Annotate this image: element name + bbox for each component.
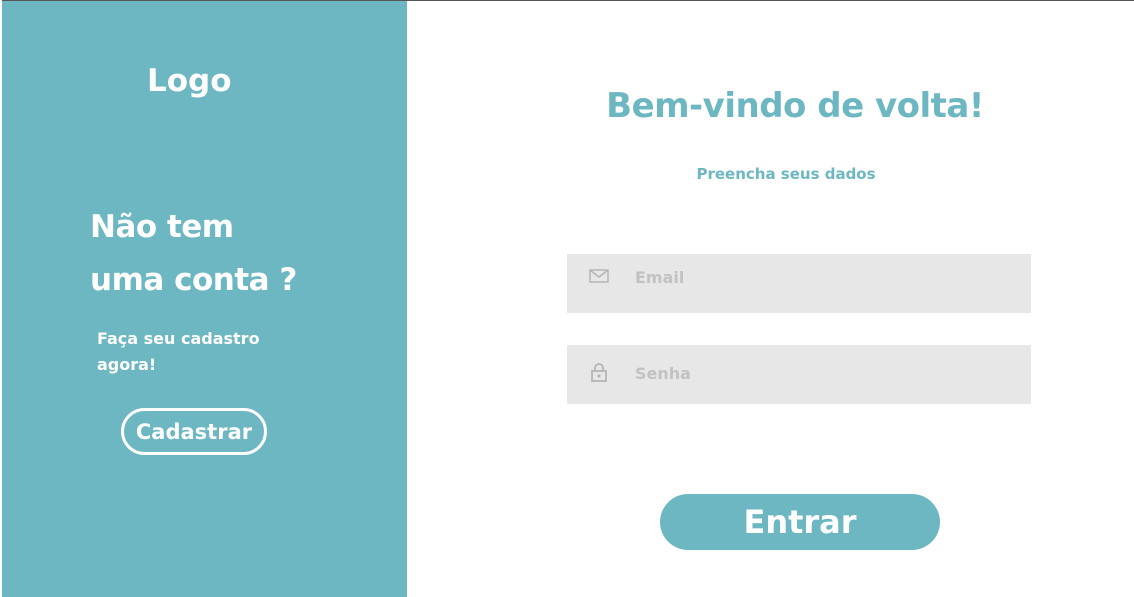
no-account-heading: Não tem uma conta ?	[90, 201, 350, 307]
no-account-heading-line1: Não tem	[90, 209, 234, 245]
signup-prompt: Faça seu cadastro agora!	[97, 326, 297, 378]
left-border	[0, 0, 2, 597]
signup-prompt-line2: agora!	[97, 355, 157, 374]
page-title: Bem-vindo de volta!	[606, 86, 984, 126]
password-input[interactable]	[635, 345, 1015, 401]
signup-prompt-line1: Faça seu cadastro	[97, 329, 260, 348]
lock-icon	[591, 363, 607, 382]
signup-panel: Logo Não tem uma conta ? Faça seu cadast…	[2, 1, 407, 597]
signup-button[interactable]: Cadastrar	[121, 408, 267, 455]
logo: Logo	[147, 63, 232, 99]
mail-icon	[589, 269, 609, 283]
no-account-heading-line2: uma conta ?	[90, 262, 297, 298]
email-input[interactable]	[635, 254, 1015, 300]
page-subtitle: Preencha seus dados	[696, 165, 876, 183]
login-button[interactable]: Entrar	[660, 494, 940, 550]
password-field[interactable]	[567, 345, 1031, 404]
email-field[interactable]	[567, 254, 1031, 313]
